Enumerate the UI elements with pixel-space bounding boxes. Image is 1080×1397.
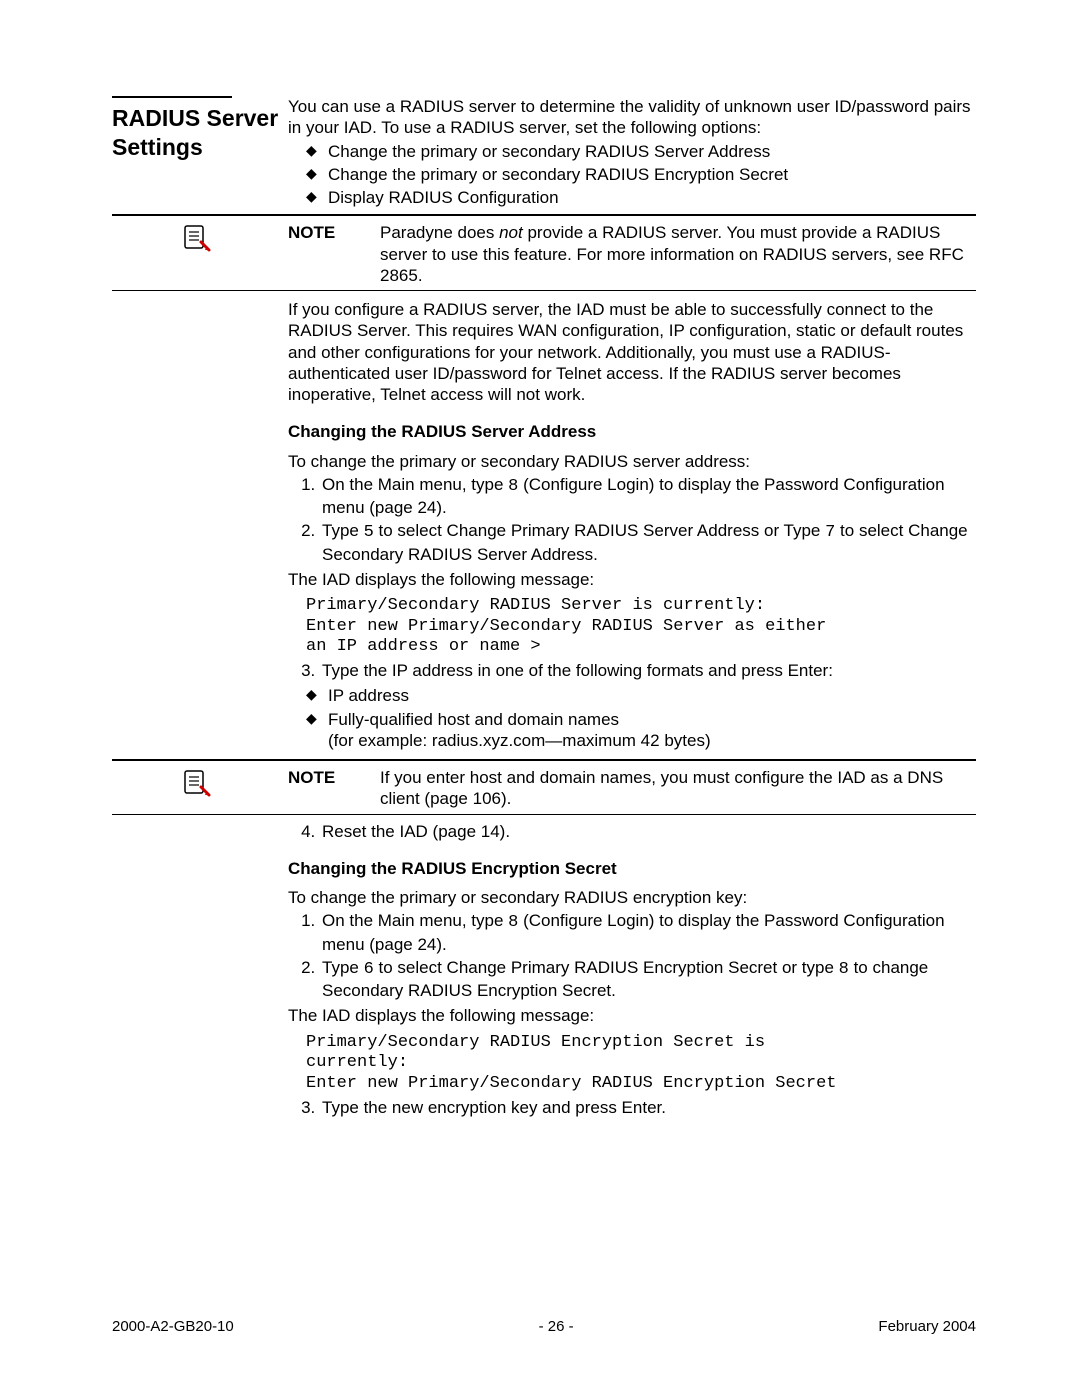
steps-list: Type the IP address in one of the follow… [288, 660, 976, 681]
intro-bullet: Change the primary or secondary RADIUS E… [306, 164, 976, 185]
message-intro: The IAD displays the following message: [288, 1005, 976, 1026]
subsection-title: Changing the RADIUS Server Address [288, 421, 976, 442]
section-title-col: RADIUS Server Settings [112, 96, 280, 162]
step-text: Type [322, 521, 364, 540]
intro-bullet: Display RADIUS Configuration [306, 187, 976, 208]
step-code: 7 [825, 523, 835, 542]
content-col: If you configure a RADIUS server, the IA… [280, 299, 976, 753]
note-row: NOTE Paradyne does not provide a RADIUS … [112, 216, 976, 290]
content-col: Reset the IAD (page 14). Changing the RA… [280, 819, 976, 1122]
console-message: Primary/Secondary RADIUS Encryption Secr… [306, 1033, 976, 1095]
note-text: Paradyne does not provide a RADIUS serve… [380, 222, 976, 286]
subsection-intro: To change the primary or secondary RADIU… [288, 451, 976, 472]
note-text: If you enter host and domain names, you … [380, 767, 976, 810]
note-body: NOTE If you enter host and domain names,… [280, 761, 976, 814]
note-row: NOTE If you enter host and domain names,… [112, 761, 976, 814]
footer-right: February 2004 [878, 1318, 976, 1337]
note-block: NOTE If you enter host and domain names,… [288, 761, 976, 814]
title-rule [112, 96, 232, 98]
page: RADIUS Server Settings You can use a RAD… [0, 0, 1080, 1397]
console-message: Primary/Secondary RADIUS Server is curre… [306, 596, 976, 658]
message-intro: The IAD displays the following message: [288, 569, 976, 590]
format-bullet: IP address [306, 685, 976, 706]
step-item: On the Main menu, type 8 (Configure Logi… [320, 474, 976, 519]
post-note-paragraph: If you configure a RADIUS server, the IA… [288, 299, 976, 405]
steps-list: Reset the IAD (page 14). [288, 821, 976, 842]
step-code: 8 [508, 913, 518, 932]
step-code: 8 [508, 477, 518, 496]
section-title: RADIUS Server Settings [112, 104, 280, 162]
footer-center: - 26 - [539, 1318, 574, 1337]
step-text: Type [322, 958, 364, 977]
steps-list: On the Main menu, type 8 (Configure Logi… [288, 910, 976, 1001]
rule [112, 290, 976, 291]
page-footer: 2000-A2-GB20-10 - 26 - February 2004 [112, 1318, 976, 1337]
note-text-pre: Paradyne does [380, 223, 499, 242]
step-item: Type the IP address in one of the follow… [320, 660, 976, 681]
format-bullet-extra: (for example: radius.xyz.com—maximum 42 … [328, 731, 711, 750]
step-item: On the Main menu, type 8 (Configure Logi… [320, 910, 976, 955]
step-code: 6 [364, 960, 374, 979]
step-item: Type 5 to select Change Primary RADIUS S… [320, 520, 976, 565]
step-text: to select Change Primary RADIUS Server A… [374, 521, 825, 540]
note-icon [179, 222, 213, 261]
steps-list: Type the new encryption key and press En… [288, 1097, 976, 1118]
step-item: Type 6 to select Change Primary RADIUS E… [320, 957, 976, 1002]
section-header-row: RADIUS Server Settings You can use a RAD… [112, 96, 976, 214]
note-label: NOTE [288, 222, 380, 243]
subsection-intro: To change the primary or secondary RADIU… [288, 887, 976, 908]
format-bullet: Fully-qualified host and domain names (f… [306, 709, 976, 752]
format-bullet-list: IP address Fully-qualified host and doma… [306, 685, 976, 751]
step-text: On the Main menu, type [322, 475, 508, 494]
intro-paragraph: You can use a RADIUS server to determine… [288, 96, 976, 139]
intro-bullet: Change the primary or secondary RADIUS S… [306, 141, 976, 162]
step-text: to select Change Primary RADIUS Encrypti… [374, 958, 839, 977]
note-block: NOTE Paradyne does not provide a RADIUS … [288, 216, 976, 290]
note-body: NOTE Paradyne does not provide a RADIUS … [280, 216, 976, 290]
content-row: If you configure a RADIUS server, the IA… [112, 299, 976, 753]
content-row: Reset the IAD (page 14). Changing the RA… [112, 819, 976, 1122]
step-code: 8 [839, 960, 849, 979]
format-bullet-text: Fully-qualified host and domain names [328, 710, 619, 729]
step-item: Reset the IAD (page 14). [320, 821, 976, 842]
note-icon [179, 767, 213, 806]
footer-left: 2000-A2-GB20-10 [112, 1318, 234, 1337]
intro-col: You can use a RADIUS server to determine… [280, 96, 976, 214]
note-icon-slot [112, 761, 280, 806]
rule [112, 814, 976, 815]
intro-bullet-list: Change the primary or secondary RADIUS S… [306, 141, 976, 209]
note-text-not: not [499, 223, 523, 242]
note-label: NOTE [288, 767, 380, 788]
step-item: Type the new encryption key and press En… [320, 1097, 976, 1118]
steps-list: On the Main menu, type 8 (Configure Logi… [288, 474, 976, 565]
step-code: 5 [364, 523, 374, 542]
note-icon-slot [112, 216, 280, 261]
subsection-title: Changing the RADIUS Encryption Secret [288, 858, 976, 879]
step-text: On the Main menu, type [322, 911, 508, 930]
